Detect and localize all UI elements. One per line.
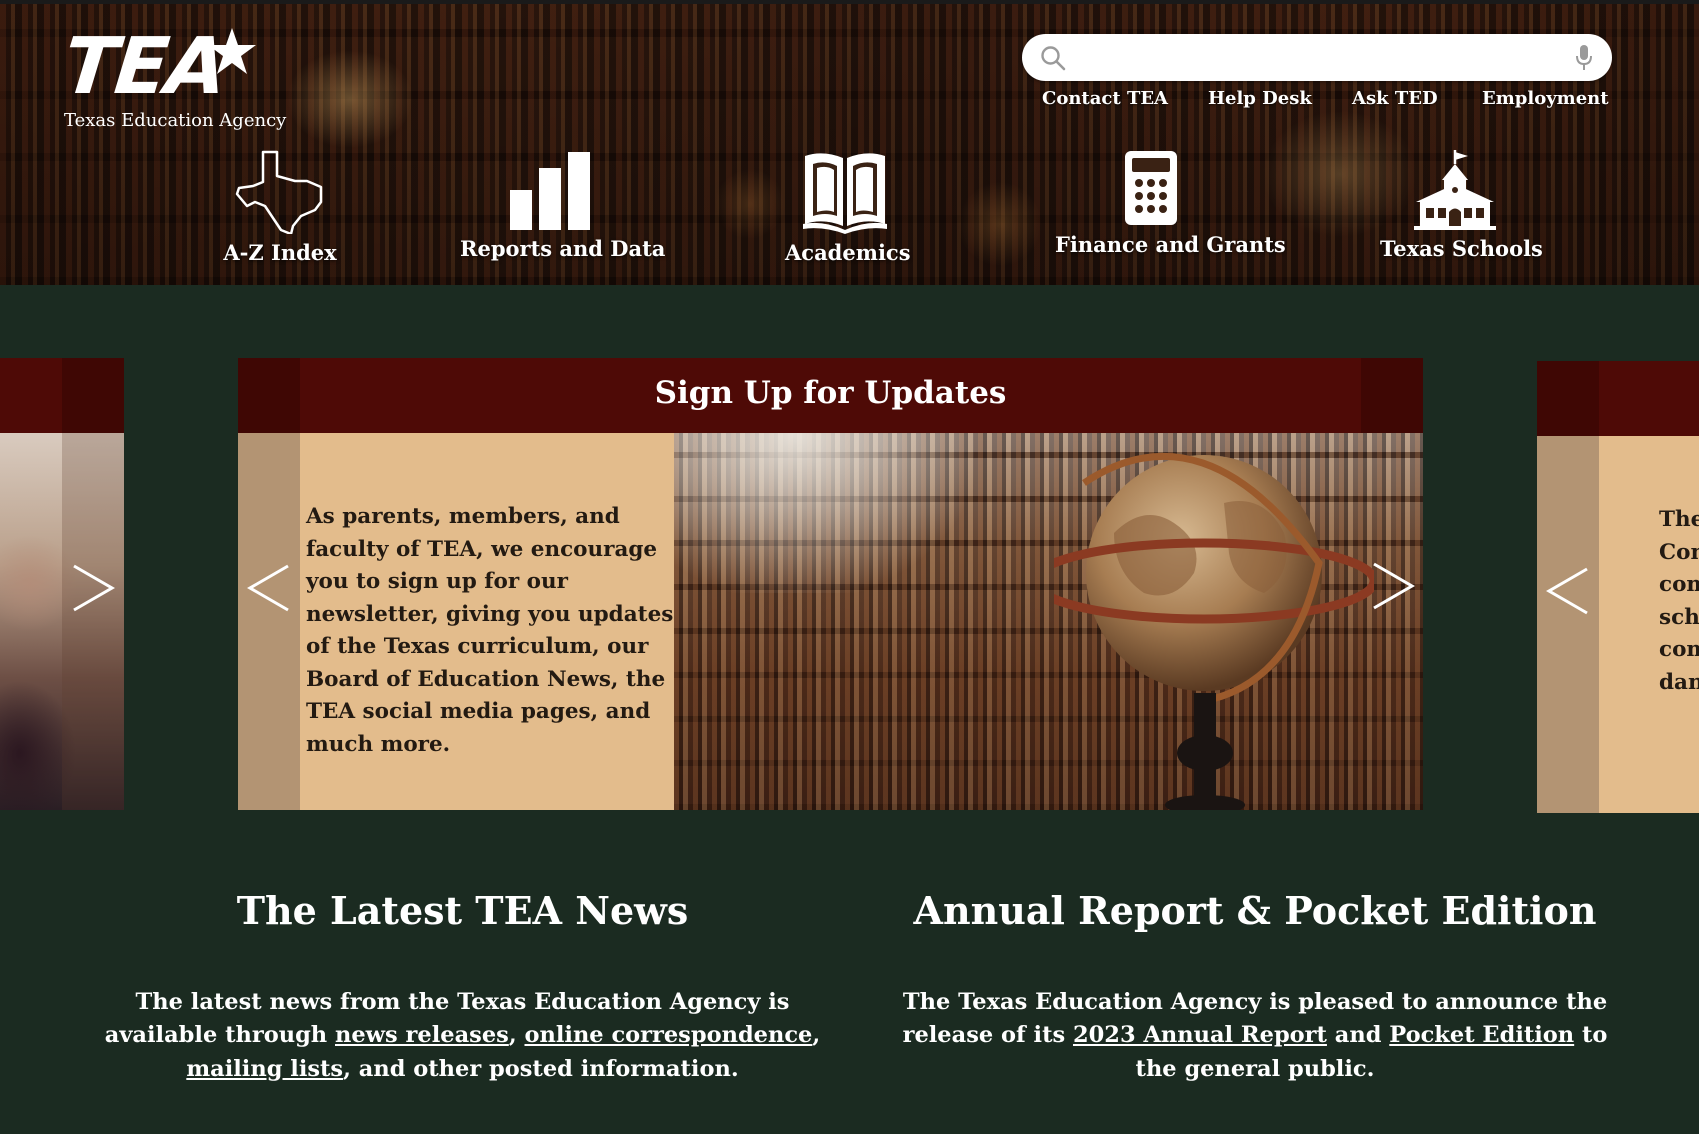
annual-report-section: Annual Report & Pocket Edition The Texas… — [880, 890, 1630, 1086]
site-header: TEA Texas Education Agency Contact TEA H… — [0, 0, 1699, 285]
mailing-lists-link[interactable]: mailing lists — [186, 1056, 343, 1082]
previous-arrow-icon[interactable] — [246, 564, 292, 612]
nav-label: Texas Schools — [1380, 236, 1543, 261]
nav-label: Academics — [785, 240, 911, 265]
card-header — [1537, 361, 1699, 436]
carousel-card-next[interactable]: The Con com scho com dan — [1537, 361, 1699, 813]
card-header: Sign Up for Updates — [238, 358, 1423, 433]
schoolhouse-icon — [1414, 150, 1496, 230]
card-side-strip — [1537, 436, 1599, 813]
microphone-icon[interactable] — [1574, 44, 1594, 72]
nav-reports-and-data[interactable]: Reports and Data — [460, 150, 666, 261]
nav-label: Reports and Data — [460, 236, 666, 261]
nav-finance-and-grants[interactable]: Finance and Grants — [1055, 150, 1286, 257]
help-desk-link[interactable]: Help Desk — [1208, 88, 1312, 109]
next-arrow-icon[interactable] — [70, 564, 116, 612]
pocket-edition-link[interactable]: Pocket Edition — [1389, 1022, 1574, 1048]
separator: , — [812, 1022, 821, 1049]
text-line: The — [1659, 507, 1699, 532]
search-input[interactable] — [1080, 42, 1554, 74]
nav-label: A-Z Index — [223, 240, 337, 265]
globe-illustration — [1054, 452, 1374, 810]
previous-arrow-icon[interactable] — [1545, 567, 1591, 615]
online-correspondence-link[interactable]: online correspondence — [524, 1022, 812, 1048]
card-body: As parents, members, and faculty of TEA,… — [238, 433, 1423, 810]
search-icon[interactable] — [1040, 45, 1066, 71]
card-title: Sign Up for Updates — [654, 375, 1007, 411]
card-body: The Con com scho com dan — [1537, 436, 1699, 813]
nav-az-index[interactable]: A-Z Index — [220, 150, 340, 265]
card-header — [0, 358, 124, 433]
top-links: Contact TEA Help Desk Ask TED Employment — [0, 88, 1699, 118]
news-heading: The Latest TEA News — [236, 888, 689, 933]
carousel-card-active: Sign Up for Updates As parents, members,… — [238, 358, 1423, 810]
news-releases-link[interactable]: news releases — [335, 1022, 509, 1048]
photo-shade — [62, 433, 124, 810]
ask-ted-link[interactable]: Ask TED — [1352, 88, 1438, 109]
graduation-photo — [0, 433, 124, 810]
report-heading: Annual Report & Pocket Edition — [913, 888, 1597, 933]
texas-map-icon — [235, 150, 323, 234]
report-text-and: and — [1326, 1022, 1390, 1049]
star-icon — [208, 28, 256, 74]
open-book-icon — [803, 153, 887, 234]
bar-chart-icon — [510, 152, 590, 230]
calculator-icon — [1125, 151, 1177, 225]
text-line: scho — [1659, 604, 1699, 630]
latest-news-section: The Latest TEA News The latest news from… — [100, 890, 825, 1086]
card-description-partial: The Con com scho com dan — [1659, 504, 1699, 699]
report-description: The Texas Education Agency is pleased to… — [880, 986, 1630, 1087]
text-line: dan — [1659, 669, 1699, 695]
card-header-shade — [62, 358, 124, 433]
text-line: com — [1659, 637, 1699, 662]
separator: , — [508, 1022, 525, 1049]
card-side-strip — [238, 433, 300, 810]
annual-report-link[interactable]: 2023 Annual Report — [1073, 1022, 1327, 1048]
news-text-end: , and other posted information. — [343, 1055, 739, 1082]
nav-academics[interactable]: Academics — [785, 150, 911, 265]
text-line: com — [1659, 572, 1699, 597]
library-globe-photo — [674, 433, 1423, 810]
nav-texas-schools[interactable]: Texas Schools — [1380, 150, 1543, 261]
card-description: As parents, members, and faculty of TEA,… — [306, 504, 674, 757]
employment-link[interactable]: Employment — [1482, 88, 1609, 109]
carousel-card-previous[interactable] — [0, 358, 124, 810]
nav-label: Finance and Grants — [1055, 232, 1286, 257]
contact-tea-link[interactable]: Contact TEA — [1042, 88, 1168, 109]
news-description: The latest news from the Texas Education… — [100, 986, 825, 1087]
next-arrow-icon[interactable] — [1370, 562, 1416, 610]
search-bar — [1022, 34, 1612, 81]
text-line: Con — [1659, 539, 1699, 565]
card-header-shade — [1537, 361, 1599, 436]
